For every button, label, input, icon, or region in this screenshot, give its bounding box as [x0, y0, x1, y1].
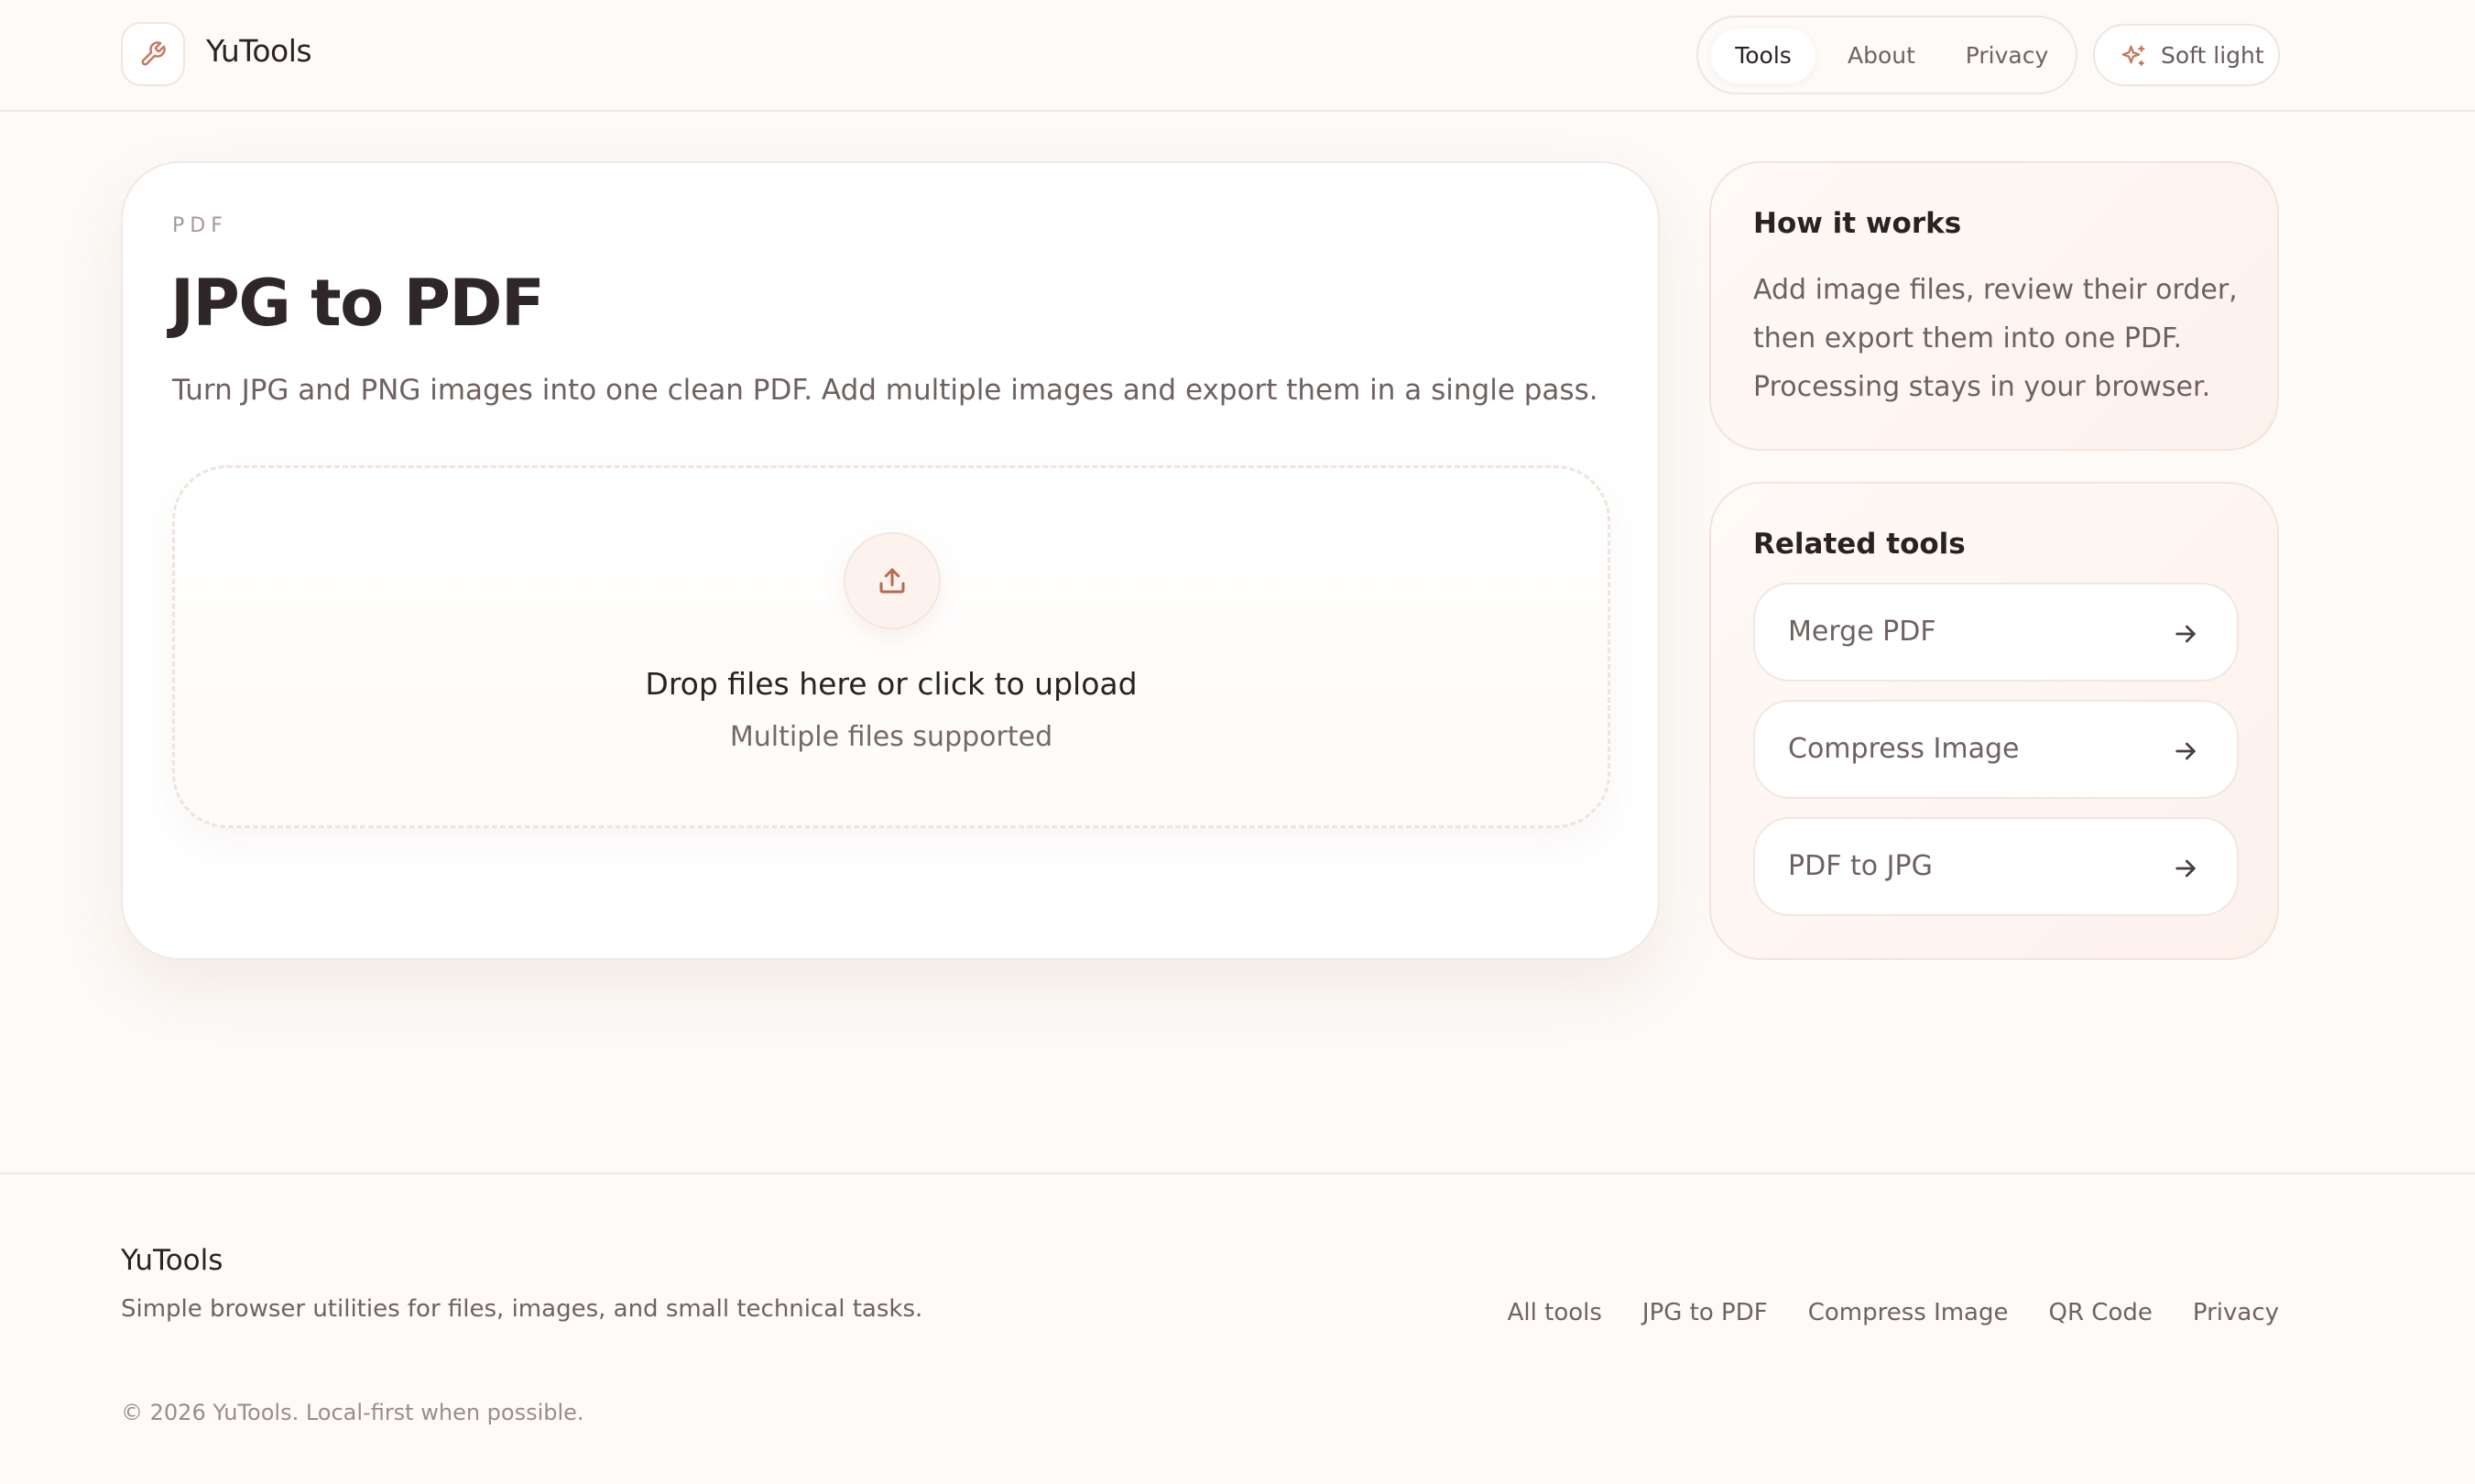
footer-description: Simple browser utilities for files, imag… [121, 1295, 923, 1323]
upload-button[interactable] [844, 532, 941, 629]
footer-link-jpg-to-pdf[interactable]: JPG to PDF [1642, 1299, 1768, 1326]
page-title: JPG to PDF [170, 266, 545, 341]
related-tool-label: Merge PDF [1788, 616, 1936, 648]
site-header: YuTools Tools About Privacy Soft light [0, 0, 2475, 112]
logo[interactable] [121, 22, 185, 86]
file-dropzone[interactable]: Drop files here or click to upload Multi… [172, 465, 1610, 828]
footer-links: All tools JPG to PDF Compress Image QR C… [1508, 1299, 2279, 1326]
footer-link-all-tools[interactable]: All tools [1508, 1299, 1602, 1326]
theme-toggle-button[interactable]: Soft light [2093, 24, 2280, 86]
footer-copyright: © 2026 YuTools. Local-first when possibl… [121, 1400, 584, 1425]
arrow-right-icon [2175, 742, 2196, 760]
related-tool-label: Compress Image [1788, 733, 2020, 765]
dropzone-subtitle: Multiple files supported [729, 721, 1053, 753]
related-tool-compress-image[interactable]: Compress Image [1753, 700, 2239, 799]
sparkle-icon [2121, 45, 2145, 66]
footer-link-compress-image[interactable]: Compress Image [1808, 1299, 2009, 1326]
footer-link-qr-code[interactable]: QR Code [2049, 1299, 2153, 1326]
how-it-works-card: How it works Add image files, review the… [1709, 161, 2279, 451]
related-tool-merge-pdf[interactable]: Merge PDF [1753, 583, 2239, 682]
footer-link-privacy[interactable]: Privacy [2193, 1299, 2279, 1326]
nav-item-tools[interactable]: Tools [1711, 28, 1815, 83]
arrow-right-icon [2175, 859, 2196, 878]
page-description: Turn JPG and PNG images into one clean P… [172, 374, 1598, 407]
page: YuTools Tools About Privacy Soft light P… [0, 0, 2475, 1484]
upload-icon [879, 568, 905, 594]
related-tools-title: Related tools [1753, 528, 1966, 561]
wrench-icon [141, 41, 166, 66]
category-eyebrow: PDF [172, 214, 228, 237]
footer-brand: YuTools [121, 1244, 224, 1277]
related-tool-label: PDF to JPG [1788, 850, 1933, 882]
how-it-works-text: Add image files, review their order, the… [1753, 274, 2238, 403]
related-tool-pdf-to-jpg[interactable]: PDF to JPG [1753, 817, 2239, 916]
tool-card: PDF JPG to PDF Turn JPG and PNG images i… [121, 161, 1660, 960]
related-tools-card: Related tools Merge PDF Compress Image P… [1709, 482, 2279, 960]
nav-item-about[interactable]: About [1825, 28, 1938, 83]
how-it-works-title: How it works [1753, 207, 1962, 240]
brand-name[interactable]: YuTools [206, 33, 312, 69]
footer-divider [0, 1173, 2475, 1174]
main-nav: Tools About Privacy [1696, 16, 2077, 94]
theme-toggle-label: Soft light [2161, 42, 2264, 69]
arrow-right-icon [2175, 625, 2196, 643]
nav-item-privacy[interactable]: Privacy [1947, 28, 2066, 83]
dropzone-title: Drop files here or click to upload [645, 666, 1138, 702]
